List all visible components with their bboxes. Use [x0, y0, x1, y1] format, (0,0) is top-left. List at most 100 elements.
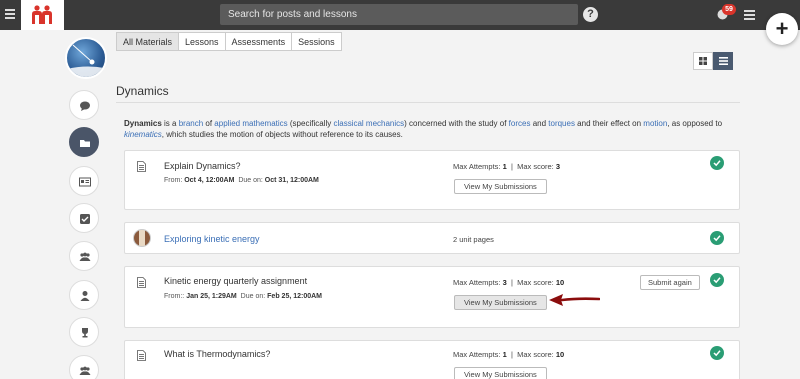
- lesson-card[interactable]: Exploring kinetic energy 2 unit pages: [124, 222, 740, 254]
- link-torques[interactable]: torques: [548, 119, 575, 128]
- desc-text: (specifically: [287, 119, 334, 128]
- comment-icon: [80, 101, 90, 111]
- assessment-dates: From: Oct 4, 12:00AM Due on: Oct 31, 12:…: [164, 177, 319, 184]
- user-icon: [80, 291, 90, 301]
- submit-again-button[interactable]: Submit again: [640, 275, 700, 290]
- due-date: Feb 25, 12:00AM: [267, 293, 323, 300]
- sidebar-materials[interactable]: [69, 127, 99, 157]
- tab-assessments[interactable]: Assessments: [224, 32, 293, 51]
- annotation-arrow-icon: [549, 294, 600, 306]
- list-menu-icon[interactable]: [744, 10, 755, 20]
- attempts-label: Max Attempts:: [453, 162, 501, 171]
- menu-icon[interactable]: [5, 9, 15, 19]
- due-label: Due on:: [238, 177, 263, 184]
- sidebar-achievements[interactable]: [69, 317, 99, 347]
- view-toggle: [693, 52, 733, 70]
- notification-badge: 59: [722, 4, 736, 15]
- sidebar-profile[interactable]: [69, 280, 99, 310]
- top-bar: Search for posts and lessons ? 59: [0, 0, 800, 30]
- document-icon: [137, 350, 146, 361]
- assessment-title[interactable]: What is Thermodynamics?: [164, 349, 270, 359]
- from-label: From::: [164, 293, 185, 300]
- from-date: Oct 4, 12:00AM: [184, 177, 235, 184]
- score-value: 10: [555, 278, 565, 287]
- description: Dynamics is a branch of applied mathemat…: [124, 118, 740, 140]
- folder-icon: [80, 140, 90, 147]
- assessment-dates: From:: Jan 25, 1:29AM Due on: Feb 25, 12…: [164, 293, 322, 300]
- list-view-button[interactable]: [713, 52, 733, 70]
- sidebar-comments[interactable]: [69, 90, 99, 120]
- from-label: From:: [164, 177, 183, 184]
- link-classical-mechanics[interactable]: classical mechanics: [333, 119, 404, 128]
- tab-lessons[interactable]: Lessons: [178, 32, 226, 51]
- checkbox-icon: [80, 214, 90, 224]
- score-value: 3: [555, 162, 561, 171]
- link-motion[interactable]: motion: [643, 119, 667, 128]
- sidebar-id-card[interactable]: [69, 166, 99, 196]
- grid-icon: [699, 57, 707, 65]
- score-label: Max score:: [517, 278, 554, 287]
- desc-text: is a: [161, 119, 179, 128]
- document-icon: [137, 161, 146, 172]
- desc-text: , as opposed to: [667, 119, 723, 128]
- title-divider: [116, 102, 740, 103]
- avatar-image: [67, 44, 105, 77]
- course-avatar[interactable]: [65, 37, 107, 79]
- sidebar-groups-2[interactable]: [69, 355, 99, 379]
- page-title: Dynamics: [116, 84, 169, 98]
- assessment-title[interactable]: Explain Dynamics?: [164, 161, 241, 171]
- desc-text: and: [530, 119, 549, 128]
- completed-check-icon: [710, 231, 724, 245]
- grid-view-button[interactable]: [693, 52, 713, 70]
- assessment-title[interactable]: Kinetic energy quarterly assignment: [164, 276, 307, 286]
- logo-icon: [32, 5, 52, 24]
- assessment-limits: Max Attempts: 3 | Max score: 10: [453, 278, 565, 287]
- link-forces[interactable]: forces: [509, 119, 531, 128]
- assessment-card[interactable]: Kinetic energy quarterly assignment From…: [124, 266, 740, 328]
- view-submissions-button[interactable]: View My Submissions: [454, 367, 547, 379]
- attempts-value: 1: [502, 350, 507, 359]
- desc-term: Dynamics: [124, 119, 162, 128]
- tab-sessions[interactable]: Sessions: [291, 32, 342, 51]
- attempts-value: 1: [502, 162, 507, 171]
- score-label: Max score:: [517, 162, 554, 171]
- help-icon[interactable]: ?: [583, 7, 598, 22]
- due-date: Oct 31, 12:00AM: [264, 177, 319, 184]
- desc-text: , which studies the motion of objects wi…: [161, 130, 403, 139]
- lesson-title[interactable]: Exploring kinetic energy: [164, 234, 260, 244]
- assessment-card[interactable]: What is Thermodynamics? Max Attempts: 1 …: [124, 340, 740, 379]
- desc-text: of: [203, 119, 215, 128]
- logo[interactable]: [21, 0, 64, 30]
- unit-page-count: 2 unit pages: [453, 235, 494, 244]
- link-applied-mathematics[interactable]: applied mathematics: [214, 119, 287, 128]
- document-icon: [137, 277, 146, 288]
- list-icon: [719, 57, 728, 65]
- score-label: Max score:: [517, 350, 554, 359]
- id-card-icon: [79, 177, 91, 187]
- completed-check-icon: [710, 346, 724, 360]
- desc-text: ) concerned with the study of: [404, 119, 509, 128]
- sidebar-groups[interactable]: [69, 241, 99, 271]
- assessment-card[interactable]: Explain Dynamics? From: Oct 4, 12:00AM D…: [124, 150, 740, 210]
- attempts-value: 3: [502, 278, 507, 287]
- add-button[interactable]: +: [766, 13, 798, 45]
- lesson-thumbnail: [133, 229, 151, 247]
- view-submissions-button[interactable]: View My Submissions: [454, 295, 547, 310]
- group-icon: [79, 252, 91, 261]
- assessment-limits: Max Attempts: 1 | Max score: 10: [453, 350, 565, 359]
- group-icon: [79, 366, 91, 375]
- attempts-label: Max Attempts:: [453, 278, 501, 287]
- tab-all-materials[interactable]: All Materials: [116, 32, 180, 51]
- view-submissions-button[interactable]: View My Submissions: [454, 179, 547, 194]
- due-label: Due on:: [240, 293, 266, 300]
- sidebar-tasks[interactable]: [69, 203, 99, 233]
- desc-text: and their effect on: [574, 119, 644, 128]
- completed-check-icon: [710, 273, 724, 287]
- trophy-icon: [82, 328, 88, 338]
- attempts-label: Max Attempts:: [453, 350, 501, 359]
- material-tabs: All Materials Lessons Assessments Sessio…: [116, 32, 342, 51]
- search-input[interactable]: Search for posts and lessons: [220, 4, 578, 25]
- link-branch[interactable]: branch: [179, 119, 203, 128]
- from-date: Jan 25, 1:29AM: [186, 293, 237, 300]
- link-kinematics[interactable]: kinematics: [124, 130, 162, 139]
